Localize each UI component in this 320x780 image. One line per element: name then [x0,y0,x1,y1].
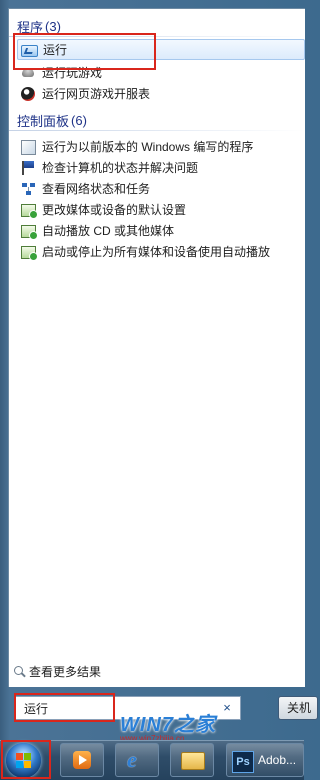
taskbar-media-player-button[interactable] [60,743,104,777]
control-panel-item-autoplay-toggle[interactable]: 启动或停止为所有媒体和设备使用自动播放 [17,241,305,262]
network-icon [20,181,36,197]
control-panel-item-label: 更改媒体或设备的默认设置 [42,203,187,217]
web-game-icon [20,86,36,102]
control-panel-group-count: (6) [71,112,87,128]
see-more-results-label: 查看更多结果 [29,664,102,679]
shutdown-button[interactable]: 关机 [278,696,318,720]
photoshop-icon: Ps [232,751,254,773]
control-panel-item-check-status[interactable]: 检查计算机的状态并解决问题 [17,157,305,178]
taskbar-explorer-button[interactable] [170,743,214,777]
control-panel-item-media-defaults[interactable]: 更改媒体或设备的默认设置 [17,199,305,220]
media-player-icon [73,751,91,769]
compatibility-icon [20,139,36,155]
run-item-highlight-box [13,33,156,70]
taskbar-photoshop-button[interactable]: Ps Adob... [226,743,304,777]
programs-group-count: (3) [45,18,61,34]
autoplay-icon [20,202,38,219]
control-panel-group-header: 控制面板 (6) [17,111,87,129]
program-item-web-game-list[interactable]: 运行网页游戏开服表 [17,83,305,104]
control-panel-divider [9,130,305,131]
taskbar-internet-explorer-button[interactable]: e [115,743,159,777]
internet-explorer-icon: e [127,747,137,772]
control-panel-item-label: 启动或停止为所有媒体和设备使用自动播放 [42,245,271,259]
autoplay-icon [20,244,38,261]
program-item-label: 运行网页游戏开服表 [42,87,151,101]
folder-icon [181,752,205,770]
start-menu-results-pane: 程序 (3) 运行 运行玩游戏 运行网页游戏开服表 控制面板 (6) 运行为以前… [8,8,305,687]
search-icon [14,665,25,677]
control-panel-group-title: 控制面板 [17,113,70,129]
control-panel-item-network-status[interactable]: 查看网络状态和任务 [17,178,305,199]
control-panel-item-compatibility[interactable]: 运行为以前版本的 Windows 编写的程序 [17,136,305,157]
watermark-logo: WIN7之家 [120,714,216,736]
control-panel-item-label: 自动播放 CD 或其他媒体 [42,224,175,238]
control-panel-item-autoplay-cd[interactable]: 自动播放 CD 或其他媒体 [17,220,305,241]
search-box-highlight-box [14,693,115,722]
autoplay-icon [20,223,38,240]
taskbar-photoshop-label: Adob... [258,753,297,767]
see-more-results-link[interactable]: 查看更多结果 [14,662,101,680]
control-panel-item-label: 运行为以前版本的 Windows 编写的程序 [42,140,254,154]
control-panel-item-label: 查看网络状态和任务 [42,182,151,196]
control-panel-item-label: 检查计算机的状态并解决问题 [42,161,199,175]
start-button-highlight-box [1,740,51,779]
action-center-flag-icon [20,160,36,176]
